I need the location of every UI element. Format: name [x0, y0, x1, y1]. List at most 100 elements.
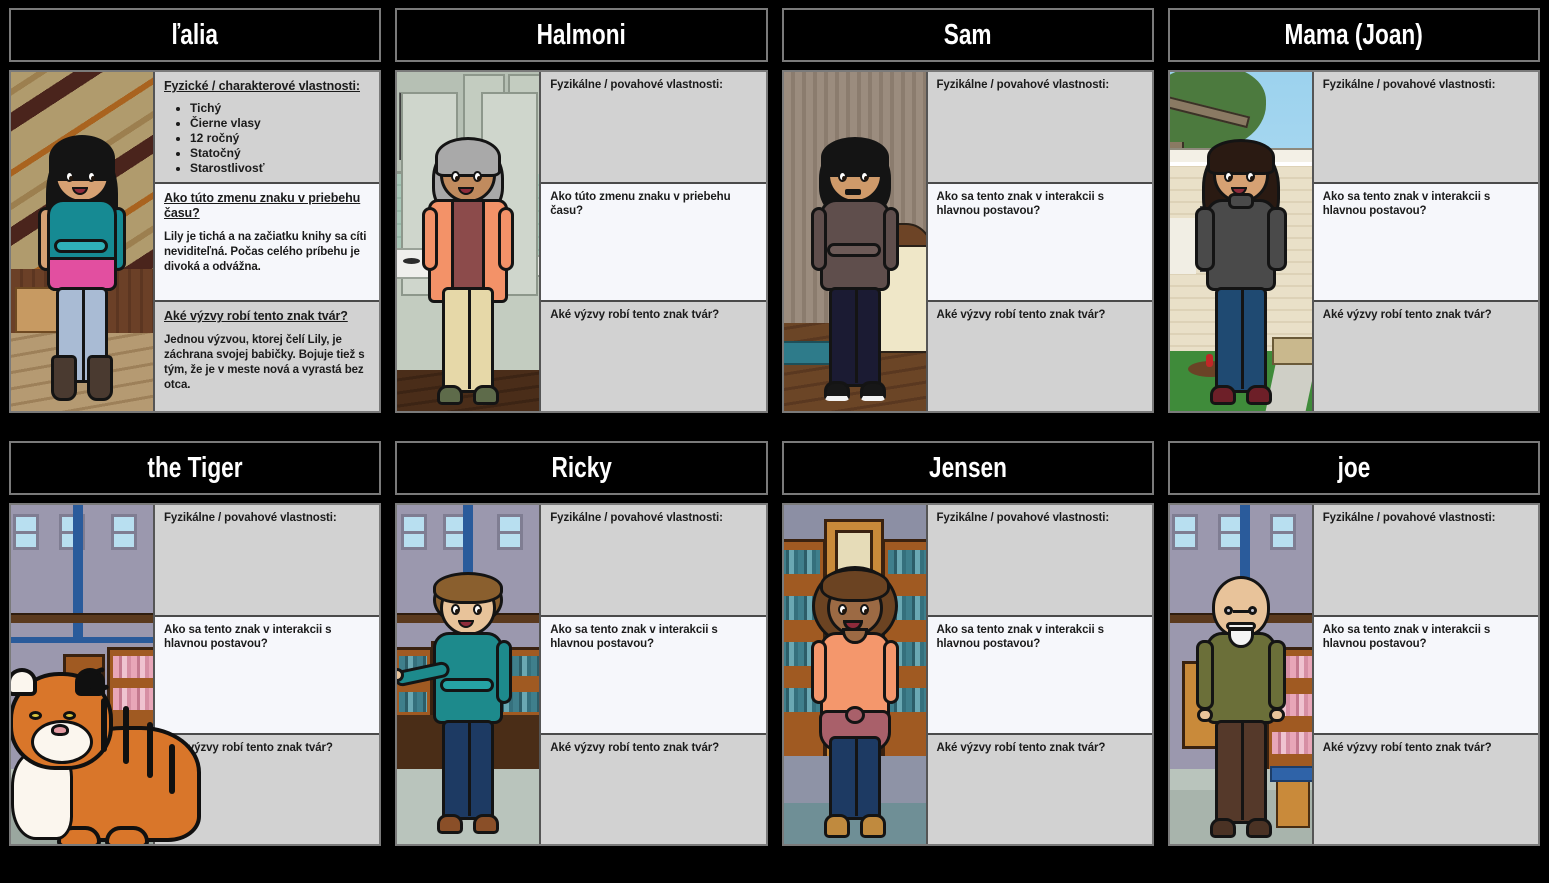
cell-text-panels: Fyzikálne / povahové vlastnosti: Ako sa …: [925, 72, 1152, 411]
panel-header: Ako sa tento znak v interakcii s hlavnou…: [1322, 624, 1491, 650]
panel-body: Lily je tichá a na začiatku knihy sa cít…: [164, 230, 367, 273]
panel-challenges[interactable]: Aké výzvy robí tento znak tvár?: [927, 302, 1152, 411]
panel-header: Ako sa tento znak v interakcii s hlavnou…: [936, 191, 1105, 217]
list-item: Starostlivosť: [190, 161, 370, 176]
panel-traits[interactable]: Fyzikálne / povahové vlastnosti:: [541, 72, 766, 184]
character-tiger: [11, 618, 201, 844]
storyboard-cell-tiger[interactable]: Fyzikálne / povahové vlastnosti: Ako sa …: [9, 503, 382, 846]
panel-traits[interactable]: Fyzikálne / povahové vlastnosti:: [541, 505, 766, 617]
panel-challenges[interactable]: Aké výzvy robí tento znak tvár?: [541, 735, 766, 844]
cell-artwork-attic[interactable]: [11, 72, 153, 411]
panel-interaction[interactable]: Ako sa tento znak v interakcii s hlavnou…: [927, 617, 1152, 735]
list-item: 12 ročný: [190, 131, 370, 146]
cell-artwork-library-shelves[interactable]: [783, 505, 926, 844]
panel-header: Ako sa tento znak v interakcii s hlavnou…: [936, 624, 1105, 650]
panel-header: Fyzikálne / povahové vlastnosti:: [936, 512, 1110, 524]
panel-traits[interactable]: Fyzické / charakterové vlastnosti: Tichý…: [155, 72, 380, 184]
cell-text-panels: Fyzikálne / povahové vlastnosti: Ako sa …: [539, 505, 766, 844]
cell-text-panels: Fyzické / charakterové vlastnosti: Tichý…: [153, 72, 380, 411]
storyboard-cell-ricky[interactable]: Fyzikálne / povahové vlastnosti: Ako sa …: [395, 503, 768, 846]
list-item: Tichý: [190, 101, 370, 116]
storyboard-cell-halmoni[interactable]: Fyzikálne / povahové vlastnosti: Ako tút…: [395, 70, 768, 413]
panel-interaction[interactable]: Ako sa tento znak v interakcii s hlavnou…: [1313, 184, 1538, 302]
panel-header: Aké výzvy robí tento znak tvár?: [936, 309, 1106, 321]
character-boy-ricky: [397, 540, 516, 840]
storyboard: ľalia Halmoni Sam Mama (Joan) Fyzické / …: [0, 0, 1549, 883]
panel-header: Fyzické / charakterové vlastnosti:: [164, 79, 360, 93]
cell-artwork-yard[interactable]: [1169, 72, 1312, 411]
character-grandmother: [420, 107, 516, 407]
cell-title-text: joe: [1337, 451, 1371, 484]
panel-header: Fyzikálne / povahové vlastnosti:: [936, 79, 1110, 91]
storyboard-cell-sam[interactable]: Fyzikálne / povahové vlastnosti: Ako sa …: [781, 70, 1154, 413]
cell-title-bar-jensen[interactable]: Jensen: [781, 441, 1154, 495]
panel-header: Ako túto zmenu znaku v priebehu času?: [164, 191, 361, 220]
panel-header: Fyzikálne / povahové vlastnosti:: [1322, 512, 1496, 524]
panel-challenges[interactable]: Aké výzvy robí tento znak tvár?: [1313, 302, 1538, 411]
cell-title-text: Ricky: [551, 451, 612, 484]
panel-challenges[interactable]: Aké výzvy robí tento znak tvár?: [1313, 735, 1538, 844]
cell-text-panels: Fyzikálne / povahové vlastnosti: Ako sa …: [925, 505, 1152, 844]
list-item: Statočný: [190, 146, 370, 161]
cell-title-bar-ricky[interactable]: Ricky: [395, 441, 768, 495]
cell-title-bar-joe[interactable]: joe: [1167, 441, 1540, 495]
traits-bullet-list: Tichý Čierne vlasy 12 ročný Statočný Sta…: [190, 101, 370, 176]
title-row-2: the Tiger Ricky Jensen joe: [9, 441, 1540, 495]
panel-header: Aké výzvy robí tento znak tvár?: [550, 309, 720, 321]
cell-title-text: ľalia: [171, 18, 219, 51]
cell-text-panels: Fyzikálne / povahové vlastnosti: Ako sa …: [1311, 72, 1538, 411]
panel-change-over-time[interactable]: Ako túto zmenu znaku v priebehu času?: [541, 184, 766, 302]
storyboard-cell-jensen[interactable]: Fyzikálne / povahové vlastnosti: Ako sa …: [781, 503, 1154, 846]
cell-artwork-kitchen[interactable]: [397, 72, 540, 411]
cell-artwork-library-joe[interactable]: [1169, 505, 1312, 844]
panel-traits[interactable]: Fyzikálne / povahové vlastnosti:: [927, 505, 1152, 617]
panel-header: Fyzikálne / povahové vlastnosti:: [550, 79, 723, 91]
cell-artwork-bedroom[interactable]: [783, 72, 926, 411]
cell-text-panels: Fyzikálne / povahové vlastnosti: Ako sa …: [1311, 505, 1538, 844]
panel-interaction[interactable]: Ako sa tento znak v interakcii s hlavnou…: [541, 617, 766, 735]
panel-traits[interactable]: Fyzikálne / povahové vlastnosti:: [1313, 505, 1538, 617]
cell-title-bar-halmoni[interactable]: Halmoni: [395, 8, 768, 62]
panel-header: Aké výzvy robí tento znak tvár?: [1322, 742, 1492, 754]
panel-header: Ako sa tento znak v interakcii s hlavnou…: [1322, 191, 1491, 217]
cell-artwork-library-tiger[interactable]: [11, 505, 201, 844]
cell-artwork-library-ricky[interactable]: [397, 505, 540, 844]
panel-body: Jednou výzvou, ktorej čelí Lily, je zách…: [164, 333, 365, 392]
panel-header: Aké výzvy robí tento znak tvár?: [936, 742, 1106, 754]
panel-traits[interactable]: Fyzikálne / povahové vlastnosti:: [1313, 72, 1538, 184]
character-mother: [1193, 107, 1289, 407]
cell-title-bar-mama[interactable]: Mama (Joan): [1167, 8, 1540, 62]
panel-change-over-time[interactable]: Ako túto zmenu znaku v priebehu času? Li…: [155, 184, 380, 302]
panel-header: Fyzikálne / povahové vlastnosti:: [550, 512, 723, 524]
list-item: Čierne vlasy: [190, 116, 370, 131]
character-girl-lily: [34, 107, 130, 407]
cell-title-bar-sam[interactable]: Sam: [781, 8, 1154, 62]
storyboard-cell-mama[interactable]: Fyzikálne / povahové vlastnosti: Ako sa …: [1167, 70, 1540, 413]
panel-challenges[interactable]: Aké výzvy robí tento znak tvár? Jednou v…: [155, 302, 380, 411]
cell-title-text: Jensen: [928, 451, 1007, 484]
cell-row-2: Fyzikálne / povahové vlastnosti: Ako sa …: [9, 503, 1540, 846]
panel-challenges[interactable]: Aké výzvy robí tento znak tvár?: [541, 302, 766, 411]
panel-interaction[interactable]: Ako sa tento znak v interakcii s hlavnou…: [927, 184, 1152, 302]
panel-challenges[interactable]: Aké výzvy robí tento znak tvár?: [927, 735, 1152, 844]
storyboard-cell-lalia[interactable]: Fyzické / charakterové vlastnosti: Tichý…: [9, 70, 382, 413]
panel-traits[interactable]: Fyzikálne / povahové vlastnosti:: [927, 72, 1152, 184]
cell-title-bar-tiger[interactable]: the Tiger: [9, 441, 382, 495]
cell-title-text: Halmoni: [536, 18, 626, 51]
panel-header: Fyzikálne / povahové vlastnosti:: [1322, 79, 1496, 91]
panel-header: Ako sa tento znak v interakcii s hlavnou…: [550, 624, 718, 650]
storyboard-cell-joe[interactable]: Fyzikálne / povahové vlastnosti: Ako sa …: [1167, 503, 1540, 846]
cell-title-bar-lalia[interactable]: ľalia: [9, 8, 382, 62]
cell-row-1: Fyzické / charakterové vlastnosti: Tichý…: [9, 70, 1540, 413]
cell-title-text: Sam: [943, 18, 992, 51]
panel-header: Aké výzvy robí tento znak tvár?: [164, 309, 348, 323]
panel-interaction[interactable]: Ako sa tento znak v interakcii s hlavnou…: [1313, 617, 1538, 735]
panel-header: Aké výzvy robí tento znak tvár?: [550, 742, 720, 754]
cell-text-panels: Fyzikálne / povahové vlastnosti: Ako tút…: [539, 72, 766, 411]
cell-title-text: Mama (Joan): [1284, 18, 1424, 51]
panel-traits[interactable]: Fyzikálne / povahové vlastnosti:: [155, 505, 380, 617]
character-old-man-joe: [1193, 540, 1289, 840]
panel-header: Ako túto zmenu znaku v priebehu času?: [550, 191, 731, 217]
title-row-1: ľalia Halmoni Sam Mama (Joan): [9, 8, 1540, 62]
cell-title-text: the Tiger: [147, 451, 243, 484]
